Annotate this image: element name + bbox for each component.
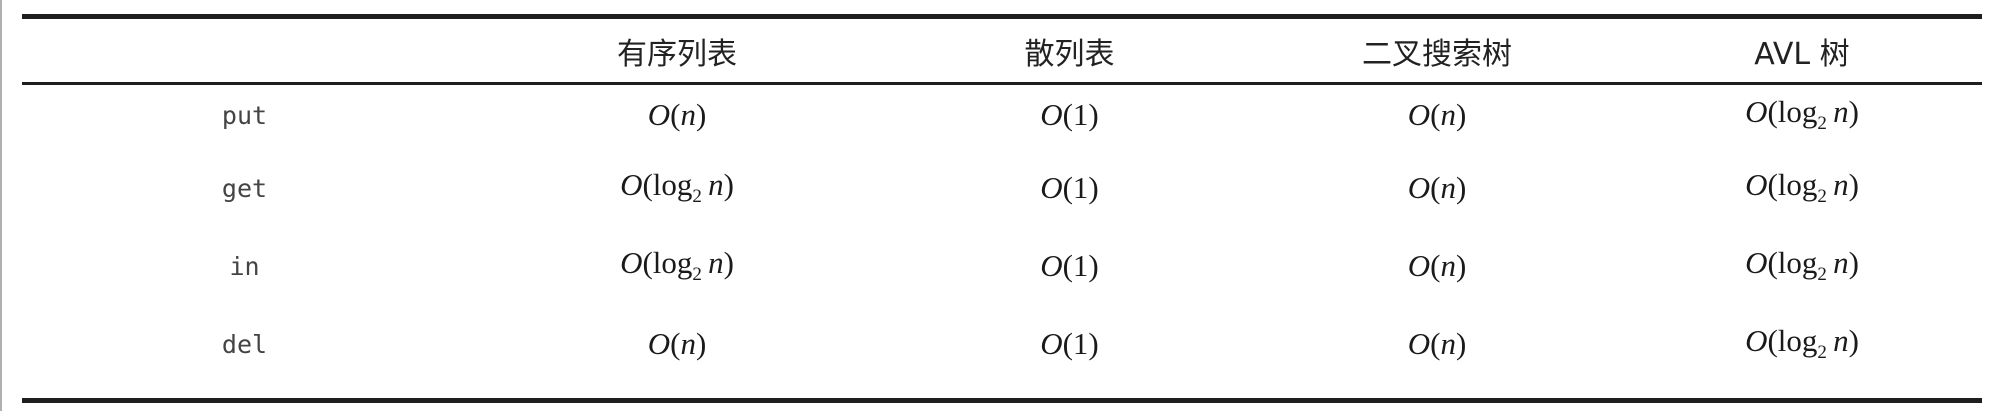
complexity-cell: O(n)O(n) bbox=[1407, 248, 1467, 283]
table-bottom-rule bbox=[22, 398, 1982, 403]
complexity-table: 有序列表 散列表 二叉搜索树 AVL 树 put O(n)O(n) O(1)O(… bbox=[22, 19, 1982, 384]
complexity-cell: O(n)O(n) bbox=[1407, 97, 1467, 132]
operation-label: put bbox=[221, 100, 268, 130]
header-corner bbox=[22, 19, 467, 82]
complexity-cell: O(1)O(1) bbox=[1040, 97, 1099, 132]
operation-label: in bbox=[229, 251, 260, 281]
header-binary-search-tree: 二叉搜索树 bbox=[1362, 36, 1512, 72]
complexity-cell: O(log₂ n)O(log2 n) bbox=[620, 245, 734, 286]
complexity-cell: O(n)O(n) bbox=[647, 326, 707, 361]
complexity-cell: O(n)O(n) bbox=[647, 97, 707, 132]
header-hash-table: 散列表 bbox=[1024, 36, 1115, 72]
complexity-cell: O(log₂ n)O(log2 n) bbox=[1745, 94, 1859, 135]
complexity-cell: O(log₂ n)O(log2 n) bbox=[620, 167, 734, 208]
header-sorted-list: 有序列表 bbox=[617, 36, 737, 72]
complexity-cell: O(1)O(1) bbox=[1040, 170, 1099, 205]
table-row: put O(n)O(n) O(1)O(1) O(n)O(n) O(log₂ n)… bbox=[22, 82, 1982, 148]
page-left-border bbox=[0, 0, 2, 411]
header-avl-tree: AVL 树 bbox=[1754, 36, 1850, 72]
header-row: 有序列表 散列表 二叉搜索树 AVL 树 bbox=[22, 19, 1982, 82]
complexity-cell: O(1)O(1) bbox=[1040, 248, 1099, 283]
operation-label: get bbox=[221, 173, 268, 203]
table-row: in O(log₂ n)O(log2 n) O(1)O(1) O(n)O(n) … bbox=[22, 228, 1982, 304]
complexity-cell: O(log₂ n)O(log2 n) bbox=[1745, 245, 1859, 286]
complexity-cell: O(n)O(n) bbox=[1407, 326, 1467, 361]
complexity-cell: O(log₂ n)O(log2 n) bbox=[1745, 167, 1859, 208]
complexity-cell: O(log₂ n)O(log2 n) bbox=[1745, 323, 1859, 364]
table-row: del O(n)O(n) O(1)O(1) O(n)O(n) O(log₂ n)… bbox=[22, 304, 1982, 384]
complexity-cell: O(n)O(n) bbox=[1407, 170, 1467, 205]
operation-label: del bbox=[221, 329, 268, 359]
complexity-cell: O(1)O(1) bbox=[1040, 326, 1099, 361]
table-row: get O(log₂ n)O(log2 n) O(1)O(1) O(n)O(n)… bbox=[22, 148, 1982, 228]
